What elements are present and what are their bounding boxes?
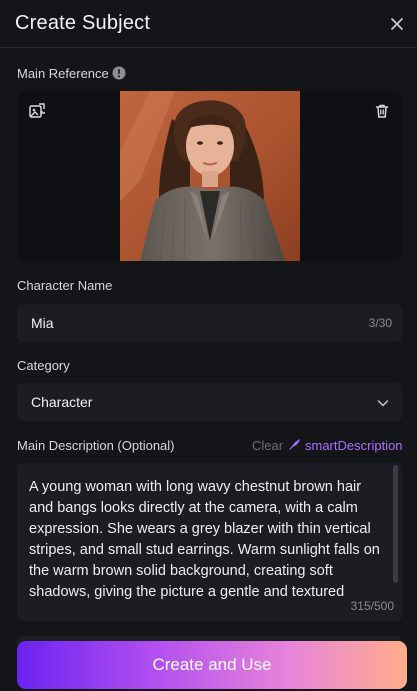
trash-icon[interactable]	[374, 103, 390, 119]
main-reference-panel[interactable]	[17, 91, 402, 261]
smart-description-button[interactable]: smartDescription	[289, 438, 403, 453]
character-name-label: Character Name	[17, 278, 113, 293]
reference-image	[120, 91, 300, 261]
character-name-input[interactable]: Mia 3/30	[17, 304, 402, 342]
image-replace-icon[interactable]	[28, 102, 46, 120]
create-and-use-button[interactable]: Create and Use	[17, 641, 407, 689]
category-label: Category	[17, 358, 70, 373]
main-description-textarea[interactable]: A young woman with long wavy chestnut br…	[17, 463, 402, 621]
dialog-title: Create Subject	[15, 12, 151, 34]
description-text[interactable]: A young woman with long wavy chestnut br…	[29, 477, 389, 603]
character-name-counter: 3/30	[368, 316, 392, 330]
info-icon[interactable]	[112, 66, 126, 80]
clear-description-button[interactable]: Clear	[252, 438, 283, 453]
chevron-down-icon[interactable]	[376, 396, 390, 410]
character-name-value[interactable]: Mia	[31, 315, 54, 331]
create-subject-dialog: Create Subject Main Reference Character …	[0, 0, 417, 691]
feather-icon	[289, 438, 301, 453]
main-description-label: Main Description (Optional)	[17, 438, 175, 453]
smart-description-label: smartDescription	[305, 438, 403, 453]
dialog-header: Create Subject	[0, 0, 417, 48]
close-icon[interactable]	[387, 14, 407, 34]
description-scrollbar[interactable]	[393, 465, 398, 583]
main-reference-label: Main Reference	[17, 66, 109, 81]
description-counter: 315/500	[350, 599, 394, 613]
category-select[interactable]: Character	[17, 383, 402, 421]
category-selected-value: Character	[31, 394, 93, 410]
